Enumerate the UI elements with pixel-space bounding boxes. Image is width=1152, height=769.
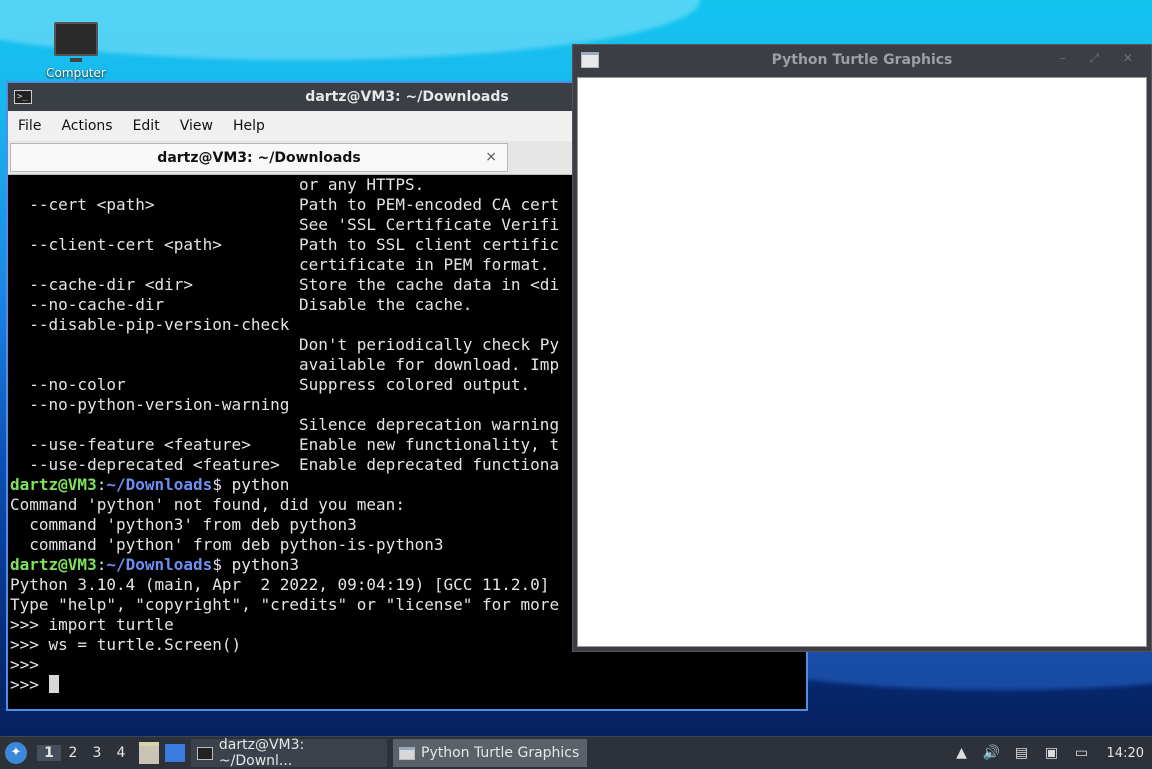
output-line: >>> (10, 655, 39, 674)
start-menu-icon[interactable]: ✦ (5, 742, 27, 764)
command-text: python3 (231, 555, 300, 574)
terminal-tab[interactable]: dartz@VM3: ~/Downloads × (10, 143, 508, 172)
prompt-path: ~/Downloads (106, 475, 213, 494)
network-icon[interactable]: ▣ (1043, 744, 1061, 762)
taskbar: ✦ 1 2 3 4 dartz@VM3: ~/Downl... Python T… (0, 736, 1152, 769)
computer-icon (54, 22, 98, 62)
desktop-icon-computer[interactable]: Computer (40, 22, 112, 80)
volume-icon[interactable]: 🔊 (983, 744, 1001, 762)
prompt-end: $ (212, 475, 232, 494)
clock[interactable]: 14:20 (1107, 746, 1144, 761)
command-text: python (231, 475, 290, 494)
menu-edit[interactable]: Edit (123, 118, 170, 134)
prompt-separator: : (96, 475, 107, 494)
menu-file[interactable]: File (8, 118, 51, 134)
turtle-titlebar[interactable]: Python Turtle Graphics – ⤢ ✕ (573, 45, 1151, 75)
turtle-canvas[interactable] (577, 77, 1147, 647)
file-manager-icon[interactable] (139, 742, 159, 764)
terminal-app-icon: >_ (14, 90, 32, 104)
turtle-window[interactable]: Python Turtle Graphics – ⤢ ✕ (572, 44, 1152, 652)
window-controls[interactable]: – ⤢ ✕ (1060, 51, 1143, 66)
taskbar-item-terminal[interactable]: dartz@VM3: ~/Downl... (191, 737, 387, 769)
menu-view[interactable]: View (170, 118, 223, 134)
prompt-user: dartz@VM3 (10, 475, 97, 494)
taskbar-item-label: Python Turtle Graphics (421, 745, 580, 761)
python-prompt: >>> (10, 675, 49, 694)
prompt-separator: : (96, 555, 107, 574)
terminal-icon (197, 746, 213, 760)
current-input-line[interactable]: >>> (10, 675, 806, 695)
menu-actions[interactable]: Actions (51, 118, 122, 134)
taskbar-item-turtle[interactable]: Python Turtle Graphics (393, 739, 587, 767)
workspace-2[interactable]: 2 (61, 745, 85, 761)
tab-close-icon[interactable]: × (485, 149, 497, 165)
tray-arrow-icon[interactable]: ▲ (953, 744, 971, 762)
terminal-tab-label: dartz@VM3: ~/Downloads (157, 149, 361, 166)
prompt-path: ~/Downloads (106, 555, 213, 574)
show-desktop-icon[interactable] (165, 744, 185, 762)
desktop-icon-label: Computer (46, 66, 106, 80)
display-icon[interactable]: ▭ (1073, 744, 1091, 762)
menu-help[interactable]: Help (223, 118, 275, 134)
prompt-user: dartz@VM3 (10, 555, 97, 574)
window-icon (399, 746, 415, 760)
system-tray: ▲ 🔊 ▤ ▣ ▭ 14:20 (947, 744, 1152, 762)
workspace-1[interactable]: 1 (37, 745, 61, 761)
workspace-4[interactable]: 4 (109, 745, 133, 761)
clipboard-icon[interactable]: ▤ (1013, 744, 1031, 762)
taskbar-item-label: dartz@VM3: ~/Downl... (218, 737, 305, 769)
prompt-end: $ (212, 555, 232, 574)
workspace-3[interactable]: 3 (85, 745, 109, 761)
text-cursor (48, 675, 59, 693)
